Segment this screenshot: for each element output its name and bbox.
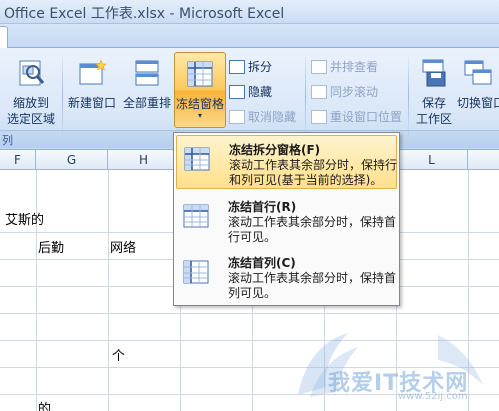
column-header-f[interactable]: F [0,150,36,170]
save-workspace-label-2: 工作区 [415,112,452,126]
hide-button[interactable]: 隐藏 [229,83,272,101]
cell-h2[interactable]: 网络 [110,237,136,256]
freeze-top-row-icon [183,204,209,228]
freeze-panes-icon [187,61,213,87]
side-by-side-icon [311,60,327,74]
switch-windows-icon [464,60,492,85]
menu-item-title: 冻结首列(C) [228,256,296,270]
reset-position-icon [311,110,327,124]
column-header-g[interactable]: G [36,150,108,170]
group-separator [62,52,63,142]
switch-windows-button[interactable]: 切换窗口 [457,52,499,128]
cell-f8[interactable]: 的 [38,398,51,411]
cell-g2[interactable]: 后勤 [38,237,64,256]
column-header-blank[interactable] [468,150,499,170]
unhide-label: 取消隐藏 [248,110,297,124]
window-title: Office Excel 工作表.xlsx - Microsoft Excel [4,6,285,22]
watermark-url: www.52ij.com [398,391,468,402]
menu-item-description: 滚动工作表其余部分时，保持行和列可见(基于当前的选择)。 [229,158,398,187]
save-workspace-icon [422,59,446,87]
menu-item-description: 滚动工作表其余部分时，保持首列可见。 [228,271,397,300]
hide-label: 隐藏 [248,85,273,99]
switch-windows-label: 切换窗口 [457,96,499,110]
save-workspace-button[interactable]: 保存 工作区 [412,52,456,128]
zoom-to-selection-button[interactable]: 缩放到 选定区域 [2,52,60,128]
freeze-panes-button[interactable]: 冻结窗格 ▾ [174,52,226,128]
grid-line [108,170,109,411]
menu-item-description: 滚动工作表其余部分时，保持首行可见。 [228,215,397,244]
zoom-to-selection-label-1: 缩放到 [12,96,49,110]
arrange-all-label: 全部重排 [122,96,171,110]
split-icon [229,60,245,74]
sync-scroll-button[interactable]: 同步滚动 [311,83,378,101]
zoom-group-label: 列 [2,134,13,147]
unhide-window-icon [229,110,245,124]
freeze-panes-icon [184,147,210,171]
zoom-to-selection-label-2: 选定区域 [6,112,55,126]
active-tab-edge[interactable] [0,26,8,48]
split-label: 拆分 [248,60,273,74]
group-separator [305,52,306,142]
new-window-label: 新建窗口 [67,96,116,110]
chevron-down-icon: ▾ [197,111,202,120]
ribbon-tab-strip [0,24,499,48]
freeze-panes-label: 冻结窗格 [175,97,224,111]
new-window-icon [79,59,107,85]
freeze-first-column-icon [183,260,209,284]
menu-item-freeze-first-column[interactable]: 冻结首列(C) 滚动工作表其余部分时，保持首列可见。 [176,249,397,303]
menu-item-title: 冻结首行(R) [228,200,297,214]
freeze-panes-menu: 冻结拆分窗格(F) 滚动工作表其余部分时，保持行和列可见(基于当前的选择)。 冻… [173,132,400,306]
split-button[interactable]: 拆分 [229,58,272,76]
reset-window-position-label: 重设窗口位置 [330,110,403,124]
watermark: 我爱IT技术网 www.52ij.com [288,325,493,405]
menu-item-title: 冻结拆分窗格(F) [229,143,321,157]
grid-line [0,313,499,314]
menu-item-freeze-top-row[interactable]: 冻结首行(R) 滚动工作表其余部分时，保持首行可见。 [176,193,397,247]
unhide-button[interactable]: 取消隐藏 [229,108,296,126]
title-bar: Office Excel 工作表.xlsx - Microsoft Excel [0,0,499,24]
reset-window-position-button[interactable]: 重设窗口位置 [311,108,402,126]
magnifier-icon [19,60,45,86]
menu-item-freeze-panes[interactable]: 冻结拆分窗格(F) 滚动工作表其余部分时，保持行和列可见(基于当前的选择)。 [176,135,397,189]
save-workspace-label-1: 保存 [421,96,446,110]
view-side-by-side-label: 并排查看 [330,60,379,74]
arrange-all-button[interactable]: 全部重排 [121,52,173,128]
group-separator [408,52,409,142]
sync-scroll-icon [311,85,327,99]
column-header-h[interactable]: H [108,150,180,170]
new-window-button[interactable]: 新建窗口 [64,52,120,128]
sync-scroll-label: 同步滚动 [330,85,379,99]
arrange-all-icon [135,60,159,86]
view-side-by-side-button[interactable]: 并排查看 [311,58,378,76]
column-header-l[interactable]: L [396,150,468,170]
cell-f1[interactable]: 艾斯的 [5,209,44,228]
cell-h6[interactable]: 个 [112,345,125,364]
grid-line [36,170,37,411]
hide-window-icon [229,85,245,99]
